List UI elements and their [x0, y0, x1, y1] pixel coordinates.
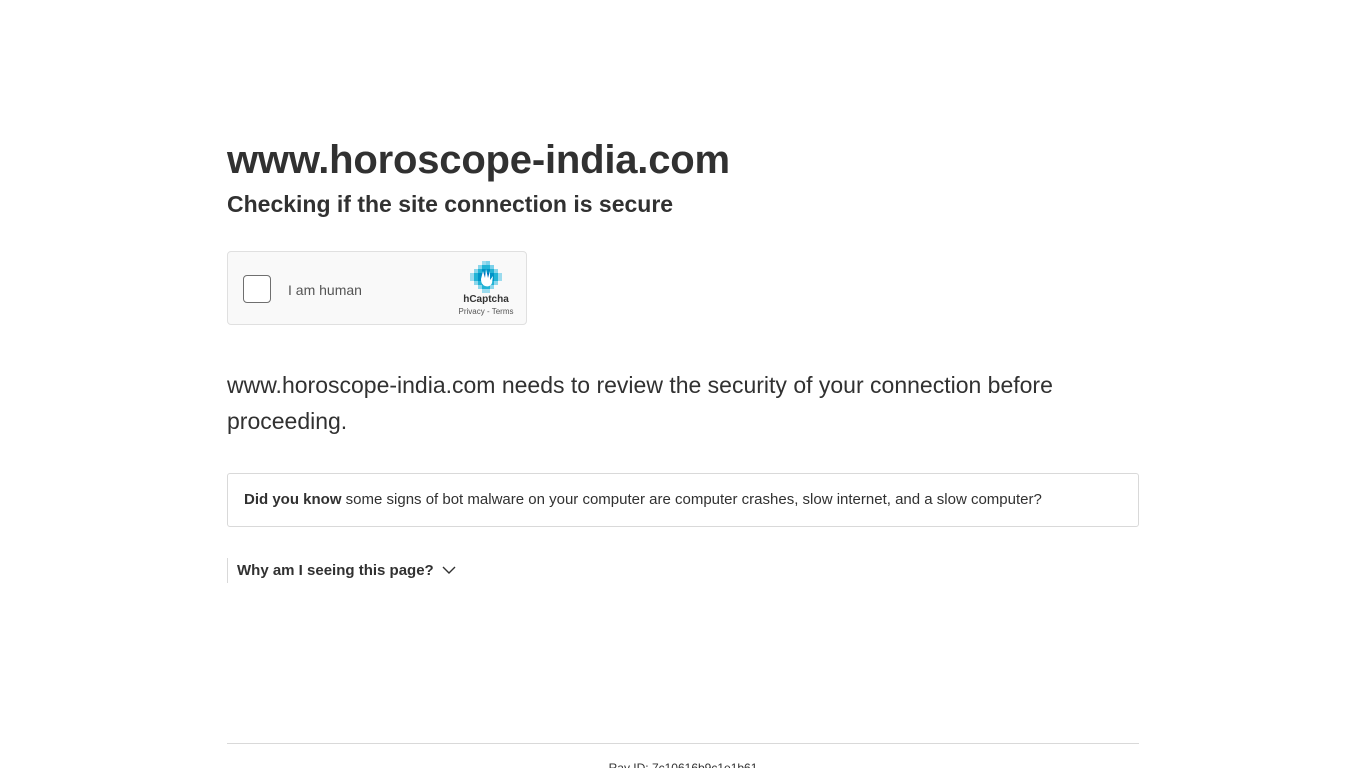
hcaptcha-widget: I am human hCaptcha Privacy - Terms: [227, 251, 527, 325]
page: www.horoscope-india.com Checking if the …: [0, 0, 1366, 768]
hcaptcha-brand: hCaptcha Privacy - Terms: [456, 260, 516, 318]
page-subtitle: Checking if the site connection is secur…: [227, 191, 674, 217]
i-am-human-checkbox[interactable]: [243, 275, 271, 303]
challenge-content: www.horoscope-india.com Checking if the …: [227, 138, 1139, 583]
chevron-down-icon: [442, 566, 456, 574]
hcaptcha-logo-icon: [470, 261, 502, 293]
hcaptcha-brand-name: hCaptcha: [463, 294, 509, 305]
captcha-privacy-link[interactable]: Privacy: [459, 307, 485, 316]
ray-id: Ray ID: 7c10616b9c1e1b61: [608, 761, 758, 768]
captcha-links: Privacy - Terms: [456, 306, 516, 318]
did-you-know-box: Did you know some signs of bot malware o…: [227, 473, 1139, 527]
why-seeing-page-label: Why am I seeing this page?: [237, 562, 434, 579]
footer-divider: [227, 743, 1139, 744]
did-you-know-lead: Did you know: [244, 491, 342, 508]
captcha-label: I am human: [288, 282, 362, 298]
why-seeing-page-toggle[interactable]: Why am I seeing this page?: [227, 558, 1139, 583]
captcha-links-separator: -: [484, 307, 492, 316]
site-title: www.horoscope-india.com: [227, 138, 730, 182]
captcha-terms-link[interactable]: Terms: [492, 307, 514, 316]
security-review-text: www.horoscope-india.com needs to review …: [227, 372, 1053, 434]
did-you-know-text: some signs of bot malware on your comput…: [341, 491, 1042, 508]
